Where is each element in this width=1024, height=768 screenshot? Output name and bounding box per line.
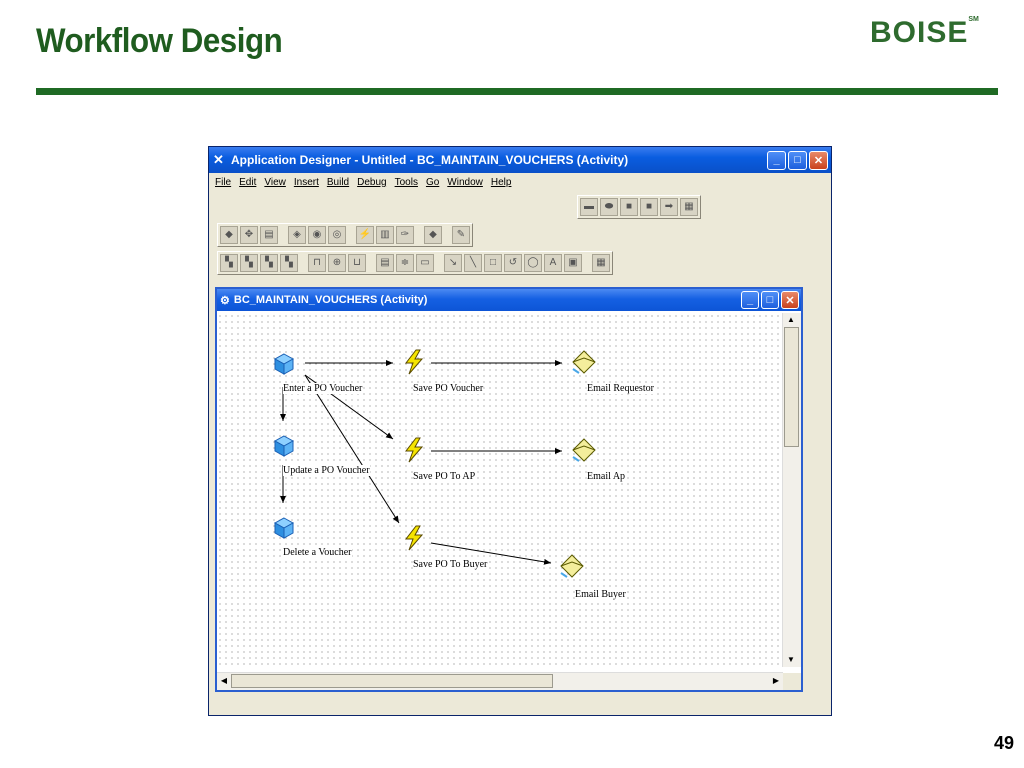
box-shape-icon[interactable]: ■ [620,198,638,216]
page-icon[interactable]: ▥ [376,226,394,244]
object-icon[interactable]: ◈ [288,226,306,244]
title-rule [36,88,998,95]
node-label-email-buyer: Email Buyer [575,589,626,600]
workflow-canvas[interactable]: Enter a PO Voucher Update a PO Voucher D… [217,313,783,667]
link-icon[interactable]: ✎ [452,226,470,244]
menu-go[interactable]: Go [426,177,439,188]
component-cube-icon[interactable] [271,351,297,377]
menu-view[interactable]: View [264,177,286,188]
inner-maximize-button[interactable]: □ [761,291,779,309]
size-grip[interactable] [783,673,801,690]
vertical-scrollbar[interactable]: ▲ ▼ [782,313,801,667]
step-lightning-icon[interactable] [401,349,427,375]
arrow-shape-icon[interactable]: ➡ [660,198,678,216]
rounded-shape-icon[interactable]: ⬬ [600,198,618,216]
scroll-up-icon[interactable]: ▲ [784,313,798,327]
node-label-email-ap: Email Ap [587,471,626,482]
step-icon[interactable]: ⚡ [356,226,374,244]
arc-icon[interactable]: ↺ [504,254,522,272]
step-lightning-icon[interactable] [401,437,427,463]
align-right-icon[interactable]: ▚ [260,254,278,272]
picture-icon[interactable]: ▣ [564,254,582,272]
toolbar-shapes: ▬ ⬬ ■ ■ ➡ ▦ [577,195,701,219]
close-button[interactable]: ✕ [809,150,828,170]
step-lightning-icon[interactable] [401,525,427,551]
boise-logo: BOISESM [870,16,979,50]
logo-service-mark: SM [968,16,979,23]
text-icon[interactable]: A [544,254,562,272]
email-envelope-icon[interactable] [571,437,597,463]
node-label-save-po-to-ap: Save PO To AP [413,471,476,482]
toolbar-objects: ◆ ✥ ▤ ◈ ◉ ◎ ⚡ ▥ ✑ ◆ ✎ [217,223,473,247]
component-cube-icon[interactable] [271,433,297,459]
workflow-connectors [280,360,562,565]
component-icon[interactable]: ✥ [240,226,258,244]
line-icon[interactable]: ╲ [464,254,482,272]
menu-edit[interactable]: Edit [239,177,256,188]
line-diagonal-icon[interactable]: ↘ [444,254,462,272]
maximize-button[interactable]: □ [788,150,807,170]
node-label-update-po-voucher: Update a PO Voucher [283,465,370,476]
menu-debug[interactable]: Debug [357,177,386,188]
connector-enter-save-buyer [304,374,400,524]
square-shape-icon[interactable]: ■ [640,198,658,216]
menu-tools[interactable]: Tools [395,177,418,188]
align-center-icon[interactable]: ▚ [240,254,258,272]
app-title: Application Designer - Untitled - BC_MAI… [231,153,629,167]
ellipse-icon[interactable]: ◯ [524,254,542,272]
space-horiz-icon[interactable]: ⊓ [308,254,326,272]
rectangle-icon[interactable]: □ [484,254,502,272]
logo-text: BOISE [870,16,969,49]
component-cube-icon[interactable] [271,515,297,541]
decision-icon[interactable]: ◆ [424,226,442,244]
same-size-icon[interactable]: ▭ [416,254,434,272]
space-vert-icon[interactable]: ⊔ [348,254,366,272]
menu-insert[interactable]: Insert [294,177,319,188]
slide-title: Workflow Design [36,22,283,60]
horizontal-scrollbar[interactable]: ◀ ▶ [217,672,783,690]
node-label-save-po-voucher: Save PO Voucher [413,383,484,394]
node-label-enter-po-voucher: Enter a PO Voucher [283,383,363,394]
app-titlebar[interactable]: ✕ Application Designer - Untitled - BC_M… [209,147,831,173]
minimize-button[interactable]: _ [767,150,786,170]
email-envelope-icon[interactable] [559,553,585,579]
menu-help[interactable]: Help [491,177,512,188]
space-center-icon[interactable]: ⊕ [328,254,346,272]
node-label-save-po-to-buyer: Save PO To Buyer [413,559,488,570]
objects-icon[interactable]: ◉ [308,226,326,244]
toolbar-layout: ▚ ▚ ▚ ▚ ⊓ ⊕ ⊔ ▤ ≑ ▭ ↘ ╲ □ ↺ ◯ A ▣ ▦ [217,251,613,275]
grid-icon[interactable]: ▦ [592,254,610,272]
inner-minimize-button[interactable]: _ [741,291,759,309]
page-number: 49 [994,733,1015,753]
activity-icon: ⚙ [220,294,230,307]
align-left-icon[interactable]: ▚ [220,254,238,272]
scroll-down-icon[interactable]: ▼ [784,653,798,667]
objects-group-icon[interactable]: ◎ [328,226,346,244]
scroll-right-icon[interactable]: ▶ [769,674,783,688]
horizontal-scroll-thumb[interactable] [231,674,553,688]
inner-close-button[interactable]: ✕ [781,291,799,309]
activity-window: ⚙ BC_MAINTAIN_VOUCHERS (Activity) _ □ ✕ [215,287,803,692]
node-label-delete-voucher: Delete a Voucher [283,547,352,558]
same-width-icon[interactable]: ▤ [376,254,394,272]
email-envelope-icon[interactable] [571,349,597,375]
node-label-email-requestor: Email Requestor [587,383,654,394]
activity-titlebar[interactable]: ⚙ BC_MAINTAIN_VOUCHERS (Activity) _ □ ✕ [217,289,801,311]
menubar: File Edit View Insert Build Debug Tools … [209,173,831,191]
menu-build[interactable]: Build [327,177,349,188]
menu-file[interactable]: File [215,177,231,188]
activity-title: BC_MAINTAIN_VOUCHERS (Activity) [233,294,428,306]
route-icon[interactable]: ✑ [396,226,414,244]
app-designer-icon: ✕ [213,152,224,167]
rect-shape-icon[interactable]: ▬ [580,198,598,216]
record-icon[interactable]: ▤ [260,226,278,244]
application-designer-window: ✕ Application Designer - Untitled - BC_M… [208,146,832,716]
same-height-icon[interactable]: ≑ [396,254,414,272]
cube-icon[interactable]: ◆ [220,226,238,244]
vertical-scroll-thumb[interactable] [784,327,799,447]
menu-window[interactable]: Window [447,177,483,188]
align-top-icon[interactable]: ▚ [280,254,298,272]
grid-shape-icon[interactable]: ▦ [680,198,698,216]
scroll-left-icon[interactable]: ◀ [217,674,231,688]
